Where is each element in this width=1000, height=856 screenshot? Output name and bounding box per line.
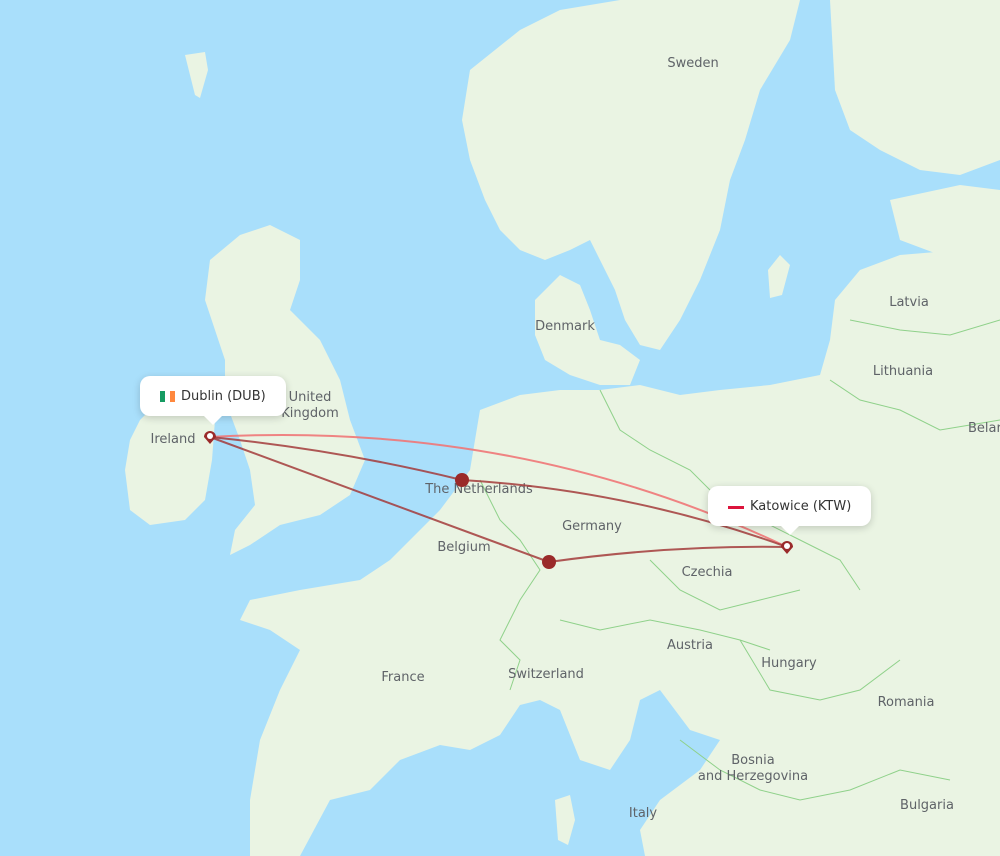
origin-tooltip[interactable]: Dublin (DUB) [140,376,286,425]
origin-label: Dublin (DUB) [181,388,266,404]
label-ireland: Ireland [151,432,196,447]
label-lithuania: Lithuania [873,364,933,379]
label-united: United [289,390,332,405]
stopover-amsterdam[interactable] [455,473,469,487]
label-italy: Italy [629,806,658,821]
poland-flag-icon [728,503,744,509]
label-austria: Austria [667,638,713,653]
label-latvia: Latvia [889,295,929,310]
destination-tooltip[interactable]: Katowice (KTW) [708,486,872,535]
label-bulgaria: Bulgaria [900,798,954,813]
label-hungary: Hungary [761,656,817,671]
label-sweden: Sweden [667,56,718,71]
label-switzerland: Switzerland [508,667,584,682]
label-belgium: Belgium [437,540,490,555]
map-canvas[interactable]: Sweden United Kingdom Ireland Denmark La… [0,0,1000,856]
label-kingdom: Kingdom [281,406,339,421]
label-romania: Romania [878,695,935,710]
destination-label: Katowice (KTW) [750,498,852,514]
label-herzegovina: and Herzegovina [698,769,808,784]
label-denmark: Denmark [535,319,595,334]
stopover-frankfurt[interactable] [542,555,556,569]
label-belarus: Belar [968,421,1000,436]
label-germany: Germany [562,519,622,534]
label-france: France [381,670,424,685]
ireland-flag-icon [160,390,175,402]
label-czechia: Czechia [682,565,733,580]
label-bosnia: Bosnia [731,753,774,768]
